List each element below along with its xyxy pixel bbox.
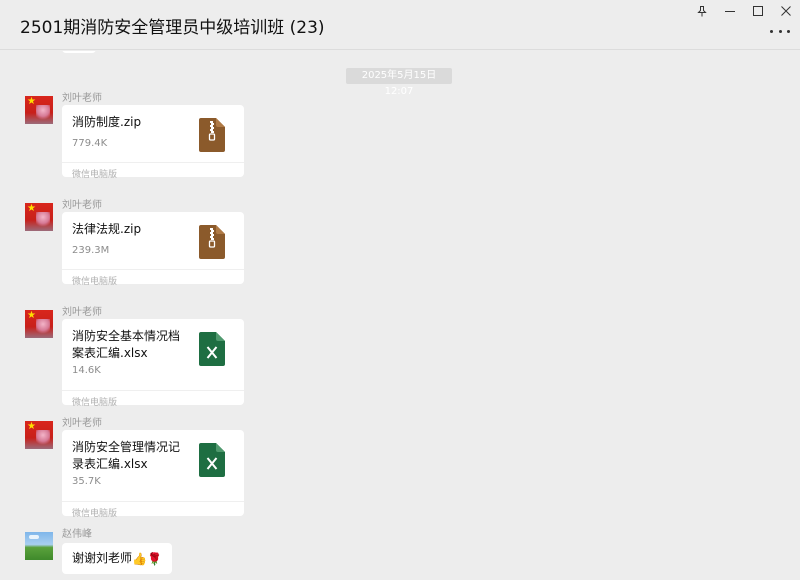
file-name: 消防安全基本情况档案表汇编.xlsx — [72, 329, 181, 360]
excel-file-icon — [199, 332, 225, 366]
star-icon: ★ — [27, 203, 36, 214]
star-icon: ★ — [27, 421, 36, 432]
rose-emoji: 🌹 — [146, 551, 162, 566]
sender-avatar[interactable]: ★ — [25, 203, 53, 231]
message-list[interactable]: 2025年5月15日 12:07 ★ 刘叶老师 消防制度.zip 779.4K … — [0, 51, 800, 580]
minimize-icon[interactable] — [716, 0, 744, 22]
title-bar: 2501期消防安全管理员中级培训班 (23) — [0, 0, 800, 50]
file-message-card[interactable]: 消防安全管理情况记录表汇编.xlsx 35.7K 微信电脑版 — [62, 430, 244, 519]
file-name: 消防安全管理情况记录表汇编.xlsx — [72, 440, 181, 471]
sender-avatar[interactable]: ★ — [25, 310, 53, 338]
more-icon[interactable] — [770, 26, 790, 36]
sender-name: 刘叶老师 — [62, 307, 102, 318]
sender-name: 刘叶老师 — [62, 200, 102, 211]
file-size: 14.6K — [72, 365, 101, 376]
sender-name: 刘叶老师 — [62, 93, 102, 104]
file-source-label: 微信电脑版 — [72, 170, 118, 180]
previous-message-bubble — [62, 51, 96, 53]
zip-file-icon — [199, 118, 225, 152]
sender-name: 刘叶老师 — [62, 418, 102, 429]
file-source-label: 微信电脑版 — [72, 277, 118, 287]
file-message-card[interactable]: 消防安全基本情况档案表汇编.xlsx 14.6K 微信电脑版 — [62, 319, 244, 408]
message-timestamp: 2025年5月15日 12:07 — [346, 68, 452, 97]
sender-name: 赵伟峰 — [62, 529, 92, 540]
file-message-card[interactable]: 法律法规.zip 239.3M 微信电脑版 — [62, 212, 244, 287]
thumbs-up-emoji: 👍 — [132, 551, 147, 566]
file-source-label: 微信电脑版 — [72, 398, 118, 408]
maximize-icon[interactable] — [744, 0, 772, 22]
close-icon[interactable] — [772, 0, 800, 22]
star-icon: ★ — [27, 310, 36, 321]
text-message-bubble[interactable]: 谢谢刘老师👍🌹 — [62, 543, 172, 574]
message-text: 谢谢刘老师 — [72, 551, 133, 565]
pin-icon[interactable] — [688, 0, 716, 22]
chat-title: 2501期消防安全管理员中级培训班 (23) — [20, 18, 325, 38]
file-size: 239.3M — [72, 245, 110, 256]
excel-file-icon — [199, 443, 225, 477]
sender-avatar[interactable]: ★ — [25, 96, 53, 124]
file-name: 法律法规.zip — [72, 222, 142, 236]
zip-file-icon — [199, 225, 225, 259]
file-message-card[interactable]: 消防制度.zip 779.4K 微信电脑版 — [62, 105, 244, 180]
file-size: 779.4K — [72, 138, 108, 149]
file-source-label: 微信电脑版 — [72, 509, 118, 519]
sender-avatar[interactable]: ★ — [25, 421, 53, 449]
sender-avatar[interactable] — [25, 532, 53, 560]
window-controls — [688, 0, 800, 22]
file-name: 消防制度.zip — [72, 115, 142, 129]
file-size: 35.7K — [72, 476, 101, 487]
star-icon: ★ — [27, 96, 36, 107]
